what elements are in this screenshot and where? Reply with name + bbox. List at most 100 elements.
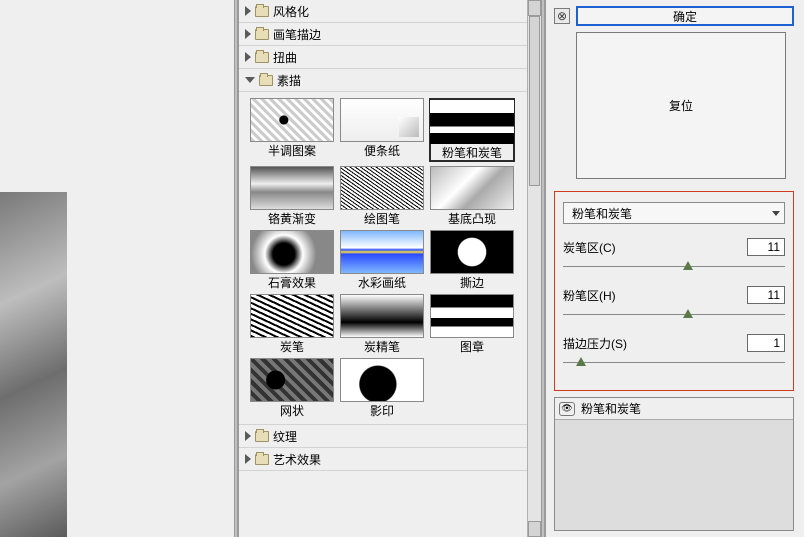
filter-thumb-label: 铬黄渐变 <box>268 212 316 226</box>
filter-thumb-image <box>250 230 334 274</box>
filter-thumb-image <box>430 100 514 144</box>
filter-thumb-bas_relief[interactable]: 基底凸现 <box>429 166 515 226</box>
filter-thumb-image <box>340 294 424 338</box>
chevron-right-icon <box>245 29 251 39</box>
category-label: 艺术效果 <box>273 451 321 468</box>
filter-thumb-label: 炭笔 <box>280 340 304 354</box>
ok-button[interactable]: 确定 <box>576 6 794 26</box>
filter-thumb-label: 半调图案 <box>268 144 316 158</box>
filter-thumb-label: 石膏效果 <box>268 276 316 290</box>
category-label: 素描 <box>277 72 301 89</box>
param-label: 炭笔区(C) <box>563 239 616 256</box>
scrollbar-thumb[interactable] <box>529 16 540 186</box>
reset-button[interactable]: 复位 <box>576 32 786 179</box>
filter-select-value: 粉笔和炭笔 <box>572 205 632 222</box>
effect-layer-label: 粉笔和炭笔 <box>581 400 641 417</box>
slider-track <box>563 362 785 363</box>
filter-thumb-conte[interactable]: 炭精笔 <box>339 294 425 354</box>
param-charcoal-area: 炭笔区(C) <box>563 238 785 272</box>
filter-thumb-label: 水彩画纸 <box>358 276 406 290</box>
filter-thumb-image <box>430 166 514 210</box>
filter-thumb-label: 绘图笔 <box>364 212 400 226</box>
visibility-icon[interactable]: 👁 <box>559 402 575 416</box>
filter-thumb-label: 影印 <box>370 404 394 418</box>
slider-track <box>563 266 785 267</box>
category-sketch[interactable]: 素描 <box>239 69 527 92</box>
ok-label: 确定 <box>673 8 697 25</box>
folder-icon <box>255 454 269 465</box>
param-label: 描边压力(S) <box>563 335 627 352</box>
filter-thumb-image <box>250 294 334 338</box>
effect-layer-row[interactable]: 👁 粉笔和炭笔 <box>555 398 793 420</box>
filter-thumb-charcoal[interactable]: 炭笔 <box>249 294 335 354</box>
charcoal-area-slider[interactable] <box>563 262 785 272</box>
filter-thumbnail-grid: 半调图案 便条纸 粉笔和炭笔铬黄渐变 绘图笔 基底凸现石膏效果 水彩画纸 撕边炭笔 炭精笔 图章… <box>239 92 527 425</box>
folder-icon <box>255 431 269 442</box>
filter-thumb-stamp[interactable]: 图章 <box>429 294 515 354</box>
filter-tree-pane: 风格化 画笔描边 扭曲 素描 半调图案 便条纸 粉笔和炭笔铬黄渐变 绘图笔 基底凸现石膏… <box>238 0 541 537</box>
category-distort[interactable]: 扭曲 <box>239 46 527 69</box>
filter-thumb-image <box>340 98 424 142</box>
filter-thumb-chalk_charcoal[interactable]: 粉笔和炭笔 <box>429 98 515 162</box>
chevron-right-icon <box>245 6 251 16</box>
effect-layers-panel: 👁 粉笔和炭笔 <box>554 397 794 531</box>
collapse-button[interactable]: ⊗ <box>554 8 570 24</box>
controls-pane: ⊗ 确定 复位 粉笔和炭笔 炭笔区(C) <box>545 0 804 537</box>
filter-thumb-chrome[interactable]: 铬黄渐变 <box>249 166 335 226</box>
filter-thumb-graphic_pen[interactable]: 绘图笔 <box>339 166 425 226</box>
filter-thumb-image <box>250 166 334 210</box>
filter-thumb-reticulation[interactable]: 网状 <box>249 358 335 418</box>
category-label: 扭曲 <box>273 49 297 66</box>
folder-icon <box>259 75 273 86</box>
filter-thumb-torn_edges[interactable]: 撕边 <box>429 230 515 290</box>
category-artistic[interactable]: 艺术效果 <box>239 448 527 471</box>
reset-label: 复位 <box>669 97 693 114</box>
filter-thumb-image <box>430 230 514 274</box>
filter-thumb-label: 粉笔和炭笔 <box>442 146 502 160</box>
filter-thumb-image <box>340 358 424 402</box>
filter-thumb-plaster[interactable]: 石膏效果 <box>249 230 335 290</box>
chalk-area-input[interactable] <box>747 286 785 304</box>
filter-thumb-label: 基底凸现 <box>448 212 496 226</box>
filter-thumb-label: 图章 <box>460 340 484 354</box>
folder-icon <box>255 6 269 17</box>
filter-select[interactable]: 粉笔和炭笔 <box>563 202 785 224</box>
filter-thumb-image <box>340 230 424 274</box>
highlight-box: 粉笔和炭笔 炭笔区(C) 粉笔区(H) <box>554 191 794 391</box>
slider-track <box>563 314 785 315</box>
collapse-icon: ⊗ <box>557 9 567 23</box>
charcoal-area-input[interactable] <box>747 238 785 256</box>
filter-thumb-halftone[interactable]: 半调图案 <box>249 98 335 162</box>
param-stroke-pressure: 描边压力(S) <box>563 334 785 368</box>
category-label: 纹理 <box>273 428 297 445</box>
filter-thumb-photocopy[interactable]: 影印 <box>339 358 425 418</box>
folder-icon <box>255 29 269 40</box>
folder-icon <box>255 52 269 63</box>
category-label: 风格化 <box>273 3 309 20</box>
filter-thumb-label: 便条纸 <box>364 144 400 158</box>
filter-thumb-image <box>250 358 334 402</box>
stroke-pressure-input[interactable] <box>747 334 785 352</box>
preview-image[interactable] <box>0 192 67 537</box>
chevron-down-icon <box>245 77 255 83</box>
scrollbar[interactable] <box>527 0 541 537</box>
stroke-pressure-slider[interactable] <box>563 358 785 368</box>
filter-gallery-window: 风格化 画笔描边 扭曲 素描 半调图案便条纸粉笔和炭笔铬黄渐变绘图笔基底凸现石膏… <box>0 0 804 537</box>
param-chalk-area: 粉笔区(H) <box>563 286 785 320</box>
filter-thumb-label: 炭精笔 <box>364 340 400 354</box>
chevron-right-icon <box>245 431 251 441</box>
chevron-right-icon <box>245 52 251 62</box>
chalk-area-slider[interactable] <box>563 310 785 320</box>
filter-thumb-notepaper[interactable]: 便条纸 <box>339 98 425 162</box>
chevron-right-icon <box>245 454 251 464</box>
slider-thumb[interactable] <box>683 261 693 270</box>
category-texture[interactable]: 纹理 <box>239 425 527 448</box>
category-stylize[interactable]: 风格化 <box>239 0 527 23</box>
filter-thumb-water_paper[interactable]: 水彩画纸 <box>339 230 425 290</box>
filter-thumb-image <box>340 166 424 210</box>
filter-thumb-image <box>250 98 334 142</box>
slider-thumb[interactable] <box>576 357 586 366</box>
slider-thumb[interactable] <box>683 309 693 318</box>
category-brush-strokes[interactable]: 画笔描边 <box>239 23 527 46</box>
preview-pane <box>0 0 234 537</box>
